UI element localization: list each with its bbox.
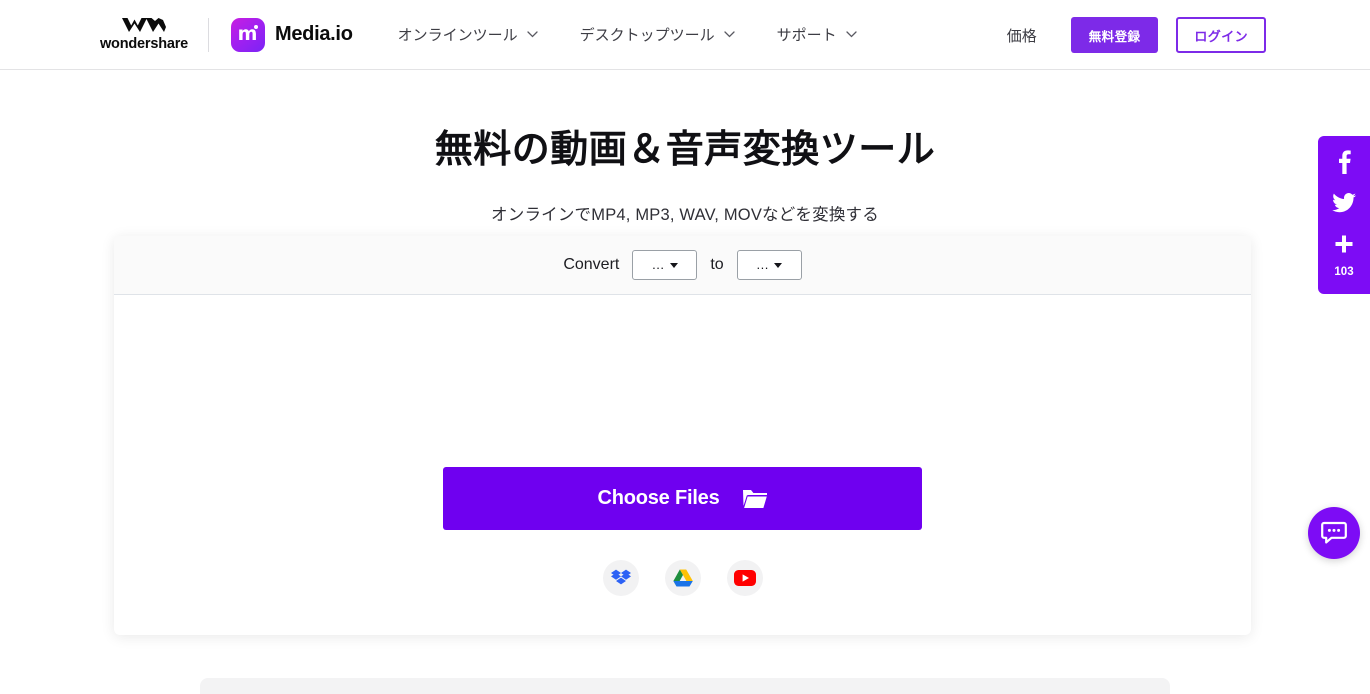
youtube-button[interactable] xyxy=(726,560,763,596)
login-button[interactable]: ログイン xyxy=(1176,17,1266,53)
caret-down-icon xyxy=(669,262,678,268)
dropbox-icon xyxy=(610,569,631,584)
page-title: 無料の動画＆音声変換ツール xyxy=(434,129,936,171)
chat-bubble-icon xyxy=(1321,521,1347,544)
google-drive-button[interactable] xyxy=(664,560,701,596)
chevron-down-icon xyxy=(846,31,857,38)
signup-button[interactable]: 無料登録 xyxy=(1070,17,1159,53)
twitter-share-button[interactable] xyxy=(1331,190,1357,216)
choose-files-button[interactable]: Choose Files xyxy=(443,467,922,530)
nav-item-desktop-tools[interactable]: デスクトップツール xyxy=(559,24,756,45)
convert-label: Convert xyxy=(563,256,620,273)
brand-divider xyxy=(208,17,209,52)
target-format-select[interactable]: ... xyxy=(736,250,802,280)
media-io-app-icon: m xyxy=(231,17,265,52)
hero-section: 無料の動画＆音声変換ツール オンラインでMP4, MP3, WAV, MOVなど… xyxy=(0,70,1370,225)
primary-nav: オンラインツール デスクトップツール サポート xyxy=(377,24,878,45)
social-share-rail: 103 xyxy=(1318,136,1370,294)
plus-icon xyxy=(1335,235,1353,253)
converter-card: Convert ... to ... Choose Files xyxy=(114,236,1251,635)
chevron-down-icon xyxy=(724,31,735,38)
page-root: wondershare m Media.io オンラインツール デスクトップツー… xyxy=(0,0,1370,694)
share-count: 103 xyxy=(1334,266,1354,278)
chat-widget-button[interactable] xyxy=(1308,507,1360,559)
dropbox-button[interactable] xyxy=(602,560,639,596)
product-name: Media.io xyxy=(275,23,353,45)
converter-toolbar: Convert ... to ... xyxy=(114,236,1251,295)
youtube-icon xyxy=(733,570,756,586)
choose-files-label: Choose Files xyxy=(597,487,720,509)
wondershare-mark-icon xyxy=(122,17,166,32)
cloud-source-buttons xyxy=(114,560,1251,596)
target-format-value: ... xyxy=(756,257,769,272)
google-drive-icon xyxy=(672,569,693,587)
chevron-down-icon xyxy=(526,31,538,38)
source-format-select[interactable]: ... xyxy=(632,250,698,280)
nav-item-online-tools[interactable]: オンラインツール xyxy=(377,24,559,45)
to-label: to xyxy=(710,256,724,273)
more-share-button[interactable] xyxy=(1331,231,1357,257)
header-actions: 価格 無料登録 ログイン xyxy=(1007,0,1266,70)
media-io-icon-dot xyxy=(254,24,258,29)
dropzone-area[interactable]: Choose Files xyxy=(114,295,1251,635)
facebook-share-button[interactable] xyxy=(1331,149,1357,175)
wondershare-logo[interactable]: wondershare xyxy=(98,17,190,52)
pricing-link[interactable]: 価格 xyxy=(1007,25,1037,46)
wondershare-wordmark: wondershare xyxy=(99,35,189,52)
folder-icon xyxy=(742,489,768,509)
twitter-icon xyxy=(1332,193,1356,213)
caret-down-icon xyxy=(773,262,782,268)
nav-item-label: サポート xyxy=(776,27,837,44)
next-section-peek xyxy=(200,678,1170,694)
site-header: wondershare m Media.io オンラインツール デスクトップツー… xyxy=(0,0,1370,70)
nav-item-support[interactable]: サポート xyxy=(756,24,878,45)
media-io-logo[interactable]: m Media.io xyxy=(231,17,353,52)
facebook-icon xyxy=(1338,150,1351,174)
nav-item-label: デスクトップツール xyxy=(579,27,715,44)
nav-item-label: オンラインツール xyxy=(397,27,518,44)
source-format-value: ... xyxy=(652,257,665,272)
page-subtitle: オンラインでMP4, MP3, WAV, MOVなどを変換する xyxy=(491,206,879,224)
